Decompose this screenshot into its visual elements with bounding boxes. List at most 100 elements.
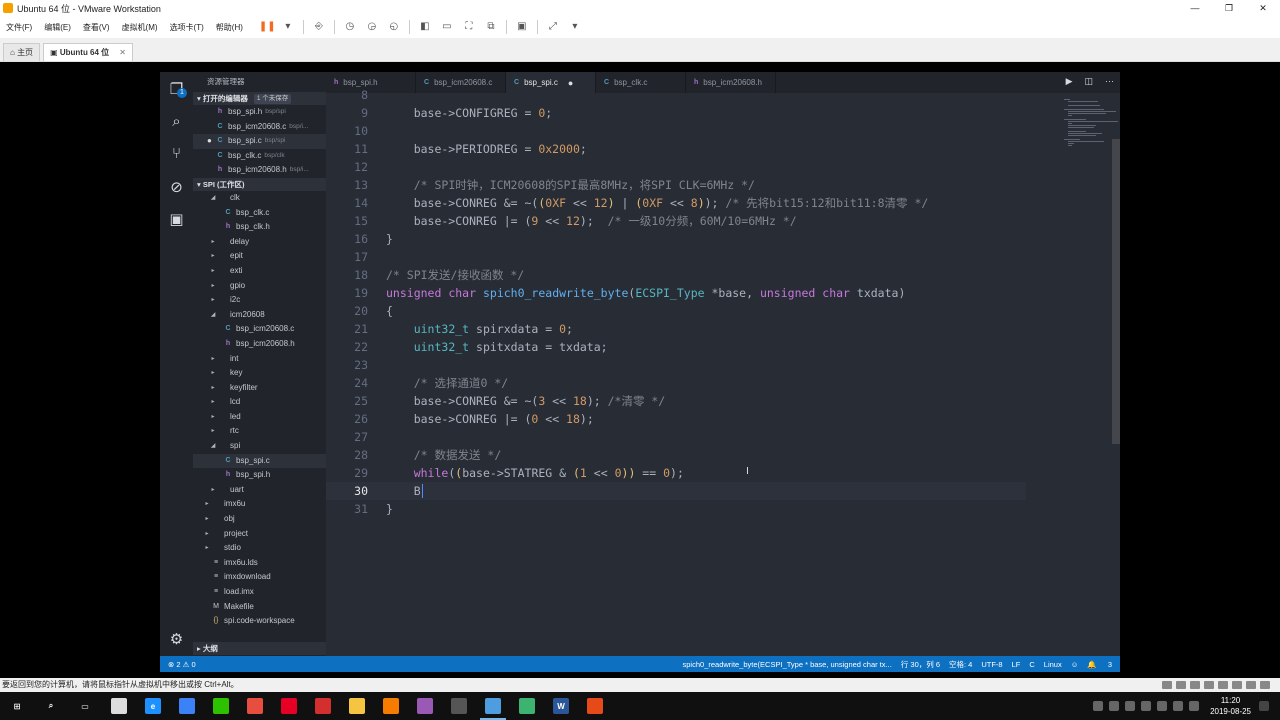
stretch-icon[interactable]: ⤢ <box>546 21 560 33</box>
folder-item[interactable]: ▸ imx6u <box>193 497 326 512</box>
folder-button[interactable] <box>340 692 374 720</box>
extensions-icon[interactable]: ▣ <box>167 210 186 229</box>
source-control-icon[interactable]: ⑂ <box>167 144 186 163</box>
folder-item[interactable]: ▸ led <box>193 410 326 425</box>
stretch-dropdown-icon[interactable]: ▾ <box>568 21 582 33</box>
calculator-button[interactable] <box>442 692 476 720</box>
file-item[interactable]: h bsp_icm20608.h <box>193 337 326 352</box>
message-icon[interactable] <box>1260 681 1270 689</box>
snapshot-manager-icon[interactable]: ◵ <box>387 21 401 33</box>
file-item[interactable]: Cbsp_icm20608.c <box>193 322 326 337</box>
debug-icon[interactable]: ⊘ <box>167 178 186 197</box>
app-7-button[interactable] <box>238 692 272 720</box>
network-icon[interactable] <box>1190 681 1200 689</box>
folder-item[interactable]: ▸ i2c <box>193 293 326 308</box>
folder-item[interactable]: ▸ exti <box>193 264 326 279</box>
folder-item[interactable]: ▸ gpio <box>193 279 326 294</box>
menu-edit[interactable]: 编辑(E) <box>38 22 77 33</box>
tray-icon[interactable] <box>1093 701 1104 711</box>
tab-ubuntu[interactable]: ▣ Ubuntu 64 位 ✕ <box>43 43 133 61</box>
unity-icon[interactable]: ⧉ <box>484 21 498 33</box>
folder-item[interactable]: ▸ delay <box>193 235 326 250</box>
error-icon[interactable]: ⊗ <box>168 660 176 669</box>
folder-item[interactable]: ▸ obj <box>193 512 326 527</box>
folder-item[interactable]: ▸ stdio <box>193 541 326 556</box>
workspace-section[interactable]: ▾ SPI (工作区) <box>193 177 326 191</box>
file-item[interactable]: ≡ imxdownload <box>193 570 326 585</box>
notifications[interactable]: 🔔 3 <box>1087 660 1112 669</box>
clock[interactable]: 11:20 2019-08-25 <box>1210 695 1251 717</box>
file-item[interactable]: M Makefile <box>193 600 326 615</box>
library-icon[interactable]: ◧ <box>418 21 432 33</box>
app-11-button[interactable] <box>374 692 408 720</box>
minimap[interactable] <box>1062 93 1118 656</box>
printer-icon[interactable] <box>1232 681 1242 689</box>
split-editor-icon[interactable]: ◫ <box>1084 76 1093 87</box>
platform[interactable]: Linux <box>1044 660 1062 669</box>
file-item[interactable]: h bsp_spi.h <box>193 468 326 483</box>
file-item[interactable]: {} spi.code-workspace <box>193 614 326 629</box>
maximize-button[interactable]: ❐ <box>1212 0 1246 16</box>
camtasia-button[interactable] <box>510 692 544 720</box>
dropdown-icon[interactable]: ▾ <box>281 21 295 33</box>
open-editor-item[interactable]: ● Cbsp_spi.c bsp/spi <box>193 134 326 149</box>
input-method-icon[interactable] <box>1189 701 1200 711</box>
folder-item[interactable]: ▸ epit <box>193 249 326 264</box>
display-icon[interactable] <box>1246 681 1256 689</box>
revert-snapshot-icon[interactable]: ◶ <box>365 21 379 33</box>
folder-item[interactable]: ▸ int <box>193 352 326 367</box>
more-actions-icon[interactable]: ··· <box>1105 76 1114 87</box>
netease-music-button[interactable] <box>272 692 306 720</box>
file-item[interactable]: Cbsp_clk.c <box>193 206 326 221</box>
feedback-icon[interactable]: ☺ <box>1071 660 1079 669</box>
cursor-position[interactable]: 行 30，列 6 <box>901 659 940 670</box>
snapshot-icon[interactable]: ◷ <box>343 21 357 33</box>
windows-start-button[interactable]: ⊞ <box>0 692 34 720</box>
tab-home[interactable]: ⌂ 主页 <box>3 43 41 61</box>
thumbnail-icon[interactable]: ▭ <box>440 21 454 33</box>
open-editor-item[interactable]: h bsp_spi.h bsp/spi <box>193 105 326 120</box>
folder-item[interactable]: ▸ key <box>193 366 326 381</box>
warning-icon[interactable]: ⚠ <box>181 660 192 669</box>
usb-icon[interactable] <box>1204 681 1214 689</box>
indentation[interactable]: 空格: 4 <box>949 659 972 670</box>
app-12-button[interactable] <box>408 692 442 720</box>
browser-button[interactable] <box>170 692 204 720</box>
close-tab-icon[interactable]: ✕ <box>119 48 126 57</box>
close-button[interactable]: ✕ <box>1246 0 1280 16</box>
word-button[interactable]: W <box>544 692 578 720</box>
edge-button[interactable]: e <box>136 692 170 720</box>
language-mode[interactable]: C <box>1029 660 1034 669</box>
folder-item[interactable]: ▸ keyfilter <box>193 381 326 396</box>
send-keys-icon[interactable]: ⎆ <box>312 21 326 33</box>
guest-display[interactable]: ❐ 1 ⌕ ⑂ ⊘ ▣ ⚙ 资源管理器 ▾ 打开的编辑器 1 个未保存 h bsp… <box>0 62 1280 678</box>
menu-help[interactable]: 帮助(H) <box>210 22 249 33</box>
fullscreen-icon[interactable]: ⛶ <box>462 21 476 33</box>
tray-icon[interactable] <box>1109 701 1120 711</box>
open-editor-item[interactable]: Cbsp_icm20608.c bsp/i... <box>193 120 326 135</box>
network-tray-icon[interactable] <box>1157 701 1168 711</box>
folder-item[interactable]: ▸ lcd <box>193 395 326 410</box>
open-editors-section[interactable]: ▾ 打开的编辑器 1 个未保存 <box>193 92 326 105</box>
open-editor-item[interactable]: h bsp_icm20608.h bsp/i... <box>193 163 326 178</box>
menu-view[interactable]: 查看(V) <box>77 22 116 33</box>
file-item[interactable]: h bsp_clk.h <box>193 220 326 235</box>
console-view-icon[interactable]: ▣ <box>515 21 529 33</box>
menu-vm[interactable]: 虚拟机(M) <box>116 22 164 33</box>
settings-gear-icon[interactable]: ⚙ <box>167 630 186 649</box>
folder-item[interactable]: ◢ spi <box>193 439 326 454</box>
pause-icon[interactable]: ❚❚ <box>259 21 276 33</box>
open-editor-item[interactable]: Cbsp_clk.c bsp/clk <box>193 149 326 164</box>
folder-item[interactable]: ◢ icm20608 <box>193 308 326 323</box>
app-17-button[interactable] <box>578 692 612 720</box>
sound-icon[interactable] <box>1218 681 1228 689</box>
wechat-button[interactable] <box>204 692 238 720</box>
cdrom-icon[interactable] <box>1176 681 1186 689</box>
file-item[interactable]: ≡ load.imx <box>193 585 326 600</box>
menu-tabs[interactable]: 选项卡(T) <box>164 22 210 33</box>
warning-count[interactable]: 0 <box>191 660 195 669</box>
search-icon[interactable]: ⌕ <box>167 112 186 131</box>
task-view-button[interactable]: ▭ <box>68 692 102 720</box>
editor-scrollbar[interactable] <box>1112 139 1120 444</box>
folder-item[interactable]: ▸ rtc <box>193 424 326 439</box>
